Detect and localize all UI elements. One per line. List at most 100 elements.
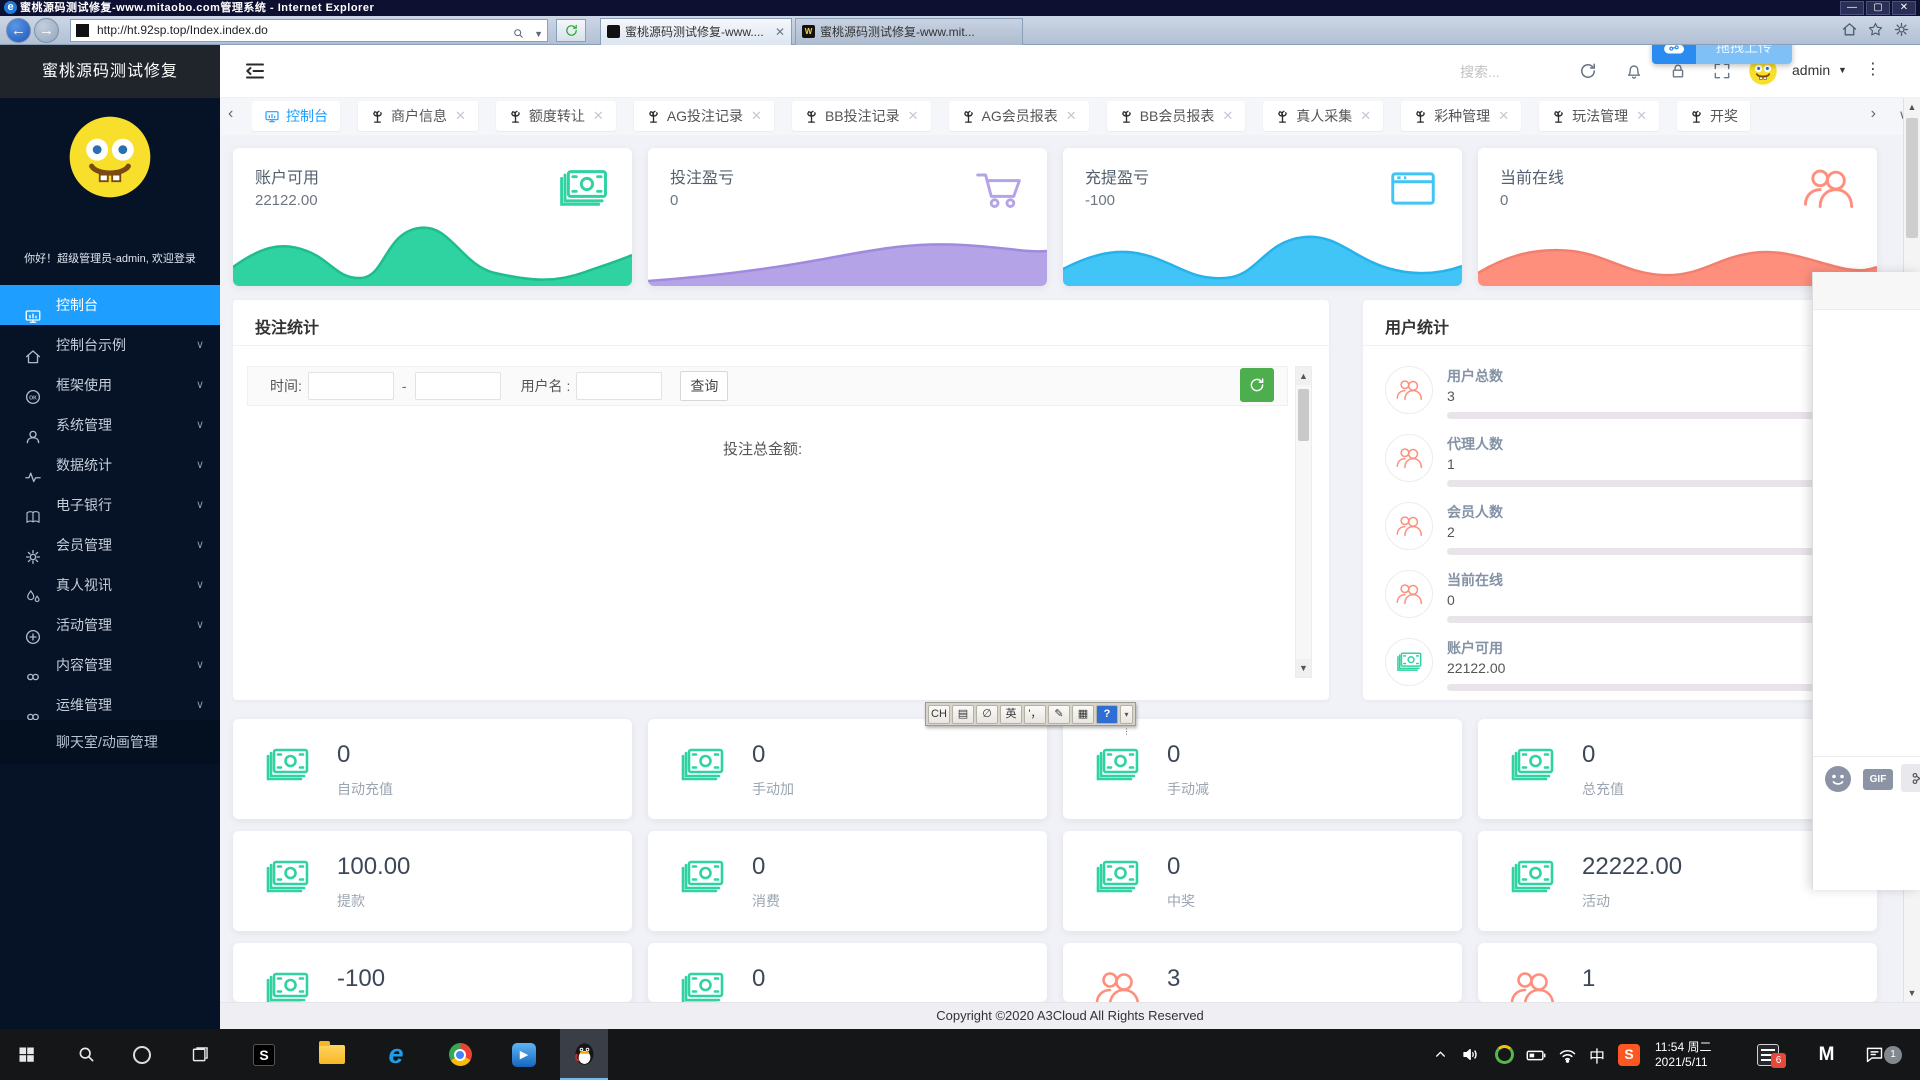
sidebar-item-statistics[interactable]: 数据统计 ∨: [0, 445, 220, 485]
sidebar-item-console[interactable]: 控制台: [0, 285, 220, 325]
sidebar-item-framework[interactable]: 框架使用 ∨: [0, 365, 220, 405]
keyboard-icon[interactable]: ▤: [952, 704, 974, 724]
sidebar-item-system[interactable]: 系统管理 ∨: [0, 405, 220, 445]
menu-toggle-icon[interactable]: [243, 59, 267, 83]
wifi-icon[interactable]: [1552, 1029, 1582, 1080]
chevron-right-icon[interactable]: ›: [1871, 105, 1876, 123]
browser-tab-1[interactable]: 蜜桃源码测试修复-www.... ✕: [600, 18, 792, 45]
chevron-left-icon[interactable]: ‹: [228, 105, 233, 123]
scissors-icon[interactable]: [1901, 764, 1920, 792]
sidebar-item-console-demo[interactable]: 控制台示例 ∨: [0, 325, 220, 365]
sogou-tray-icon[interactable]: S: [1613, 1029, 1645, 1080]
close-icon[interactable]: ✕: [1892, 1, 1916, 15]
tab-live-collect[interactable]: 真人采集 ✕: [1263, 101, 1384, 131]
battery-icon[interactable]: [1521, 1029, 1551, 1080]
search-icon[interactable]: [512, 23, 525, 44]
help-icon[interactable]: ?: [1096, 704, 1118, 724]
close-tab-icon[interactable]: ✕: [455, 108, 466, 124]
taskbar-clock[interactable]: 11:54 周二 2021/5/11: [1655, 1029, 1747, 1080]
close-tab-icon[interactable]: ✕: [1498, 108, 1509, 124]
close-tab-icon[interactable]: ✕: [775, 19, 785, 45]
fullscreen-icon[interactable]: [1712, 61, 1732, 81]
sidebar-item-content[interactable]: 内容管理 ∨: [0, 645, 220, 685]
sidebar-item-live-video[interactable]: 真人视讯 ∨: [0, 565, 220, 605]
close-tab-icon[interactable]: ✕: [593, 108, 604, 124]
lock-icon[interactable]: [1668, 61, 1688, 81]
close-tab-icon[interactable]: ✕: [1360, 108, 1371, 124]
refresh-icon[interactable]: [1578, 61, 1598, 81]
refresh-page-icon[interactable]: [556, 19, 586, 42]
taskbar-search-icon[interactable]: [62, 1029, 110, 1080]
tab-bb-member-report[interactable]: BB会员报表 ✕: [1106, 101, 1246, 131]
speaker-icon[interactable]: [1456, 1029, 1486, 1080]
task-view-icon[interactable]: [176, 1029, 224, 1080]
username-dropdown[interactable]: admin: [1792, 62, 1830, 78]
tab-play-manage[interactable]: 玩法管理 ✕: [1539, 101, 1659, 131]
tab-ag-member-report[interactable]: AG会员报表 ✕: [948, 101, 1089, 131]
scrollbar-thumb[interactable]: [1906, 118, 1918, 238]
scroll-down-icon[interactable]: ▼: [1904, 984, 1920, 1002]
media-player-icon[interactable]: ▶: [500, 1029, 548, 1080]
sidebar-item-members[interactable]: 会员管理 ∨: [0, 525, 220, 565]
bell-icon[interactable]: [1624, 61, 1644, 81]
tab-bb-bet-records[interactable]: BB投注记录 ✕: [791, 101, 931, 131]
time-start-input[interactable]: [307, 372, 394, 400]
sogou-app-icon[interactable]: S: [240, 1029, 288, 1080]
close-tab-icon[interactable]: ✕: [908, 108, 919, 124]
im-icon[interactable]: M: [1808, 1029, 1844, 1080]
maximize-icon[interactable]: ▢: [1866, 1, 1890, 15]
antivirus-icon[interactable]: [1489, 1029, 1519, 1080]
close-tab-icon[interactable]: ✕: [751, 108, 762, 124]
gif-icon[interactable]: GIF: [1863, 769, 1893, 790]
back-button[interactable]: ←: [6, 18, 31, 43]
sidebar-item-ebank[interactable]: 电子银行 ∨: [0, 485, 220, 525]
close-tab-icon[interactable]: ✕: [1636, 108, 1647, 124]
tab-console[interactable]: 控制台: [252, 101, 340, 131]
settings-gear-icon[interactable]: [1893, 21, 1910, 39]
kebab-menu-icon[interactable]: ⋮: [1865, 59, 1881, 79]
scroll-down-icon[interactable]: ▼: [1296, 659, 1311, 677]
file-explorer-icon[interactable]: [308, 1029, 356, 1080]
tab-quota-transfer[interactable]: 额度转让 ✕: [495, 101, 616, 131]
query-button[interactable]: 查询: [680, 371, 729, 401]
chevron-down-icon[interactable]: ▾ ⋮: [1120, 704, 1133, 736]
scroll-up-icon[interactable]: ▲: [1296, 367, 1311, 385]
tab-merchant-info[interactable]: 商户信息 ✕: [358, 101, 478, 131]
ime-indicator[interactable]: 中: [1583, 1029, 1611, 1080]
ime-ch-button[interactable]: CH: [928, 704, 950, 724]
scrollbar-thumb[interactable]: [1298, 389, 1309, 441]
punctuation-icon[interactable]: '，: [1024, 704, 1046, 724]
home-icon[interactable]: [1841, 21, 1858, 39]
username-input[interactable]: [576, 372, 663, 400]
panel-scrollbar[interactable]: ▲ ▼: [1295, 366, 1312, 678]
sidebar-subitem-chatroom[interactable]: 聊天室/动画管理: [0, 720, 220, 764]
address-dropdown-icon[interactable]: ▼: [534, 24, 543, 45]
qq-app-icon[interactable]: [560, 1029, 608, 1080]
block-icon[interactable]: ∅: [976, 704, 998, 724]
chat-window-titlebar[interactable]: [1813, 272, 1920, 310]
close-tab-icon[interactable]: ✕: [1222, 108, 1233, 124]
time-end-input[interactable]: [414, 372, 501, 400]
forward-button[interactable]: →: [34, 18, 59, 43]
address-bar[interactable]: http://ht.92sp.top/Index.index.do ▼: [70, 19, 548, 42]
tab-lottery-manage[interactable]: 彩种管理 ✕: [1401, 101, 1522, 131]
cortana-icon[interactable]: [118, 1029, 166, 1080]
scroll-up-icon[interactable]: ▲: [1904, 98, 1920, 116]
tray-chevron-up-icon[interactable]: [1426, 1029, 1454, 1080]
close-tab-icon[interactable]: ✕: [1066, 108, 1077, 124]
sidebar-item-activities[interactable]: 活动管理 ∨: [0, 605, 220, 645]
minimize-icon[interactable]: —: [1840, 1, 1864, 15]
browser-tab-2[interactable]: W 蜜桃源码测试修复-www.mit...: [795, 18, 1023, 45]
refresh-button[interactable]: [1240, 368, 1274, 402]
tab-draw[interactable]: 开奖: [1677, 101, 1750, 131]
tab-ag-bet-records[interactable]: AG投注记录 ✕: [633, 101, 774, 131]
ime-en-button[interactable]: 英: [1000, 704, 1022, 724]
start-button[interactable]: [2, 1029, 50, 1080]
pen-icon[interactable]: ✎: [1048, 704, 1070, 724]
favorites-star-icon[interactable]: [1867, 21, 1884, 39]
smiley-icon[interactable]: [1825, 766, 1851, 792]
grid-icon[interactable]: ▦: [1072, 704, 1094, 724]
edge-icon[interactable]: e: [372, 1029, 420, 1080]
chrome-icon[interactable]: [436, 1029, 484, 1080]
sidebar-item-ops[interactable]: 运维管理 ∨: [0, 685, 220, 725]
